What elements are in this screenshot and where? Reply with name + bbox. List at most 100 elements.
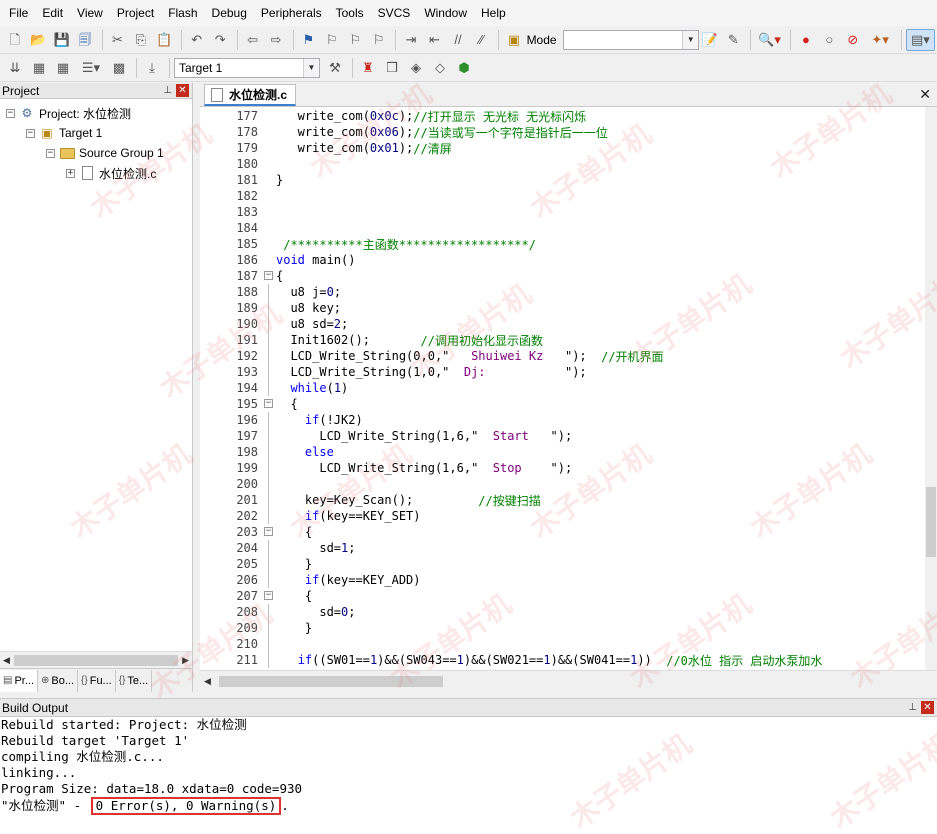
- code-line[interactable]: 178 write_com(0x06);//当读或写一个字符是指针后一一位: [200, 124, 925, 140]
- editor-file-tab[interactable]: 水位检测.c: [204, 84, 297, 106]
- new-file-icon[interactable]: 🗋: [4, 29, 25, 51]
- editor-horizontal-scrollbar[interactable]: ◀: [200, 670, 937, 692]
- code-line[interactable]: 181}: [200, 172, 925, 188]
- code-line[interactable]: 195− {: [200, 396, 925, 412]
- translate-icon[interactable]: ⇊: [4, 57, 26, 79]
- expand-icon[interactable]: +: [66, 168, 75, 178]
- code-line[interactable]: 205 }: [200, 556, 925, 572]
- menu-item-file[interactable]: File: [2, 0, 35, 26]
- nav-back-icon[interactable]: ⇦: [242, 29, 263, 51]
- menu-item-view[interactable]: View: [70, 0, 110, 26]
- code-line[interactable]: 189 u8 key;: [200, 300, 925, 316]
- run-time-env-icon[interactable]: ⬢: [453, 57, 475, 79]
- manage-packs-icon[interactable]: ◈: [405, 57, 427, 79]
- undo-icon[interactable]: ↶: [186, 29, 207, 51]
- code-line[interactable]: 203− {: [200, 524, 925, 540]
- code-line[interactable]: 211 if ((SW01== 1)&&(SW043== 1)&&(SW021== 1)…: [200, 652, 925, 668]
- code-line[interactable]: 179 write_com(0x01);//清屏: [200, 140, 925, 156]
- find-in-files-icon[interactable]: ▣: [503, 29, 524, 51]
- select-packs-icon[interactable]: ◇: [429, 57, 451, 79]
- code-line[interactable]: 206 if (key==KEY_ADD): [200, 572, 925, 588]
- code-line[interactable]: 193 LCD_Write_String(1,0," Dj: ");: [200, 364, 925, 380]
- code-line[interactable]: 190 u8 sd= 2;: [200, 316, 925, 332]
- tree-item[interactable]: − ⚙ Project: 水位检测: [0, 103, 192, 123]
- code-line[interactable]: 196 if (!JK2): [200, 412, 925, 428]
- code-line[interactable]: 186 void main(): [200, 252, 925, 268]
- manage-project-icon[interactable]: ♜: [357, 57, 379, 79]
- code-line[interactable]: 194 while(1): [200, 380, 925, 396]
- menu-item-window[interactable]: Window: [417, 0, 474, 26]
- target-options-icon[interactable]: ⚒: [324, 57, 346, 79]
- code-area[interactable]: 177 write_com(0x0c);//打开显示 无光标 无光标闪烁 178 …: [200, 107, 925, 670]
- menu-item-svcs[interactable]: SVCS: [371, 0, 418, 26]
- code-line[interactable]: 182: [200, 188, 925, 204]
- code-line[interactable]: 191 Init1602(); //调用初始化显示函数: [200, 332, 925, 348]
- collapse-icon[interactable]: −: [6, 108, 15, 118]
- manage-components-icon[interactable]: ❒: [381, 57, 403, 79]
- editor-vertical-scrollbar[interactable]: [925, 107, 937, 670]
- fold-collapse-icon[interactable]: −: [262, 396, 276, 412]
- code-line[interactable]: 197 LCD_Write_String(1,6," Start ");: [200, 428, 925, 444]
- scroll-thumb[interactable]: [926, 487, 936, 557]
- collapse-icon[interactable]: −: [26, 128, 35, 138]
- menu-item-flash[interactable]: Flash: [161, 0, 204, 26]
- target-select[interactable]: Target 1 ▼: [174, 57, 320, 78]
- code-line[interactable]: 188 u8 j= 0;: [200, 284, 925, 300]
- menu-item-edit[interactable]: Edit: [35, 0, 70, 26]
- bookmark-next-icon[interactable]: ⚐: [345, 29, 366, 51]
- code-line[interactable]: 200: [200, 476, 925, 492]
- close-icon[interactable]: ✕: [919, 86, 931, 103]
- code-line[interactable]: 199 LCD_Write_String(1,6," Stop ");: [200, 460, 925, 476]
- code-line[interactable]: 184: [200, 220, 925, 236]
- nav-forward-icon[interactable]: ⇨: [265, 29, 286, 51]
- bookmark-prev-icon[interactable]: ⚐: [321, 29, 342, 51]
- project-horizontal-scrollbar[interactable]: ◀ ▶: [0, 651, 192, 668]
- uncomment-icon[interactable]: ⁄⁄: [471, 29, 492, 51]
- redo-icon[interactable]: ↷: [209, 29, 230, 51]
- bookmark-icon[interactable]: ⚑: [298, 29, 319, 51]
- comment-icon[interactable]: //: [447, 29, 468, 51]
- pin-icon[interactable]: ⊥: [163, 85, 172, 96]
- code-line[interactable]: 209 }: [200, 620, 925, 636]
- code-line[interactable]: 185 /**********主函数******************/: [200, 236, 925, 252]
- scroll-left-icon[interactable]: ◀: [204, 676, 211, 687]
- configure-icon[interactable]: ✎: [723, 29, 744, 51]
- code-line[interactable]: 202 if (key==KEY_SET): [200, 508, 925, 524]
- breakpoint-kill-icon[interactable]: ⊘: [842, 29, 863, 51]
- tree-item[interactable]: − ▣ Target 1: [0, 123, 192, 143]
- code-line[interactable]: 210: [200, 636, 925, 652]
- window-layout-icon[interactable]: ▤▾: [905, 28, 935, 51]
- indent-icon[interactable]: ⇥: [400, 29, 421, 51]
- code-line[interactable]: 177 write_com(0x0c);//打开显示 无光标 无光标闪烁: [200, 108, 925, 124]
- close-icon[interactable]: ✕: [176, 84, 189, 97]
- tools-dropdown-icon[interactable]: ✦▾: [866, 29, 895, 51]
- rebuild-icon[interactable]: ▦: [52, 57, 74, 79]
- save-all-icon[interactable]: 🗐: [74, 29, 95, 51]
- batch-build-icon[interactable]: ☰▾: [76, 57, 106, 79]
- unindent-icon[interactable]: ⇤: [424, 29, 445, 51]
- fold-collapse-icon[interactable]: −: [262, 268, 276, 284]
- scroll-left-icon[interactable]: ◀: [3, 655, 10, 666]
- code-line[interactable]: 204 sd= 1;: [200, 540, 925, 556]
- fold-collapse-icon[interactable]: −: [262, 588, 276, 604]
- tree-item[interactable]: − Source Group 1: [0, 143, 192, 163]
- menu-item-debug[interactable]: Debug: [205, 0, 254, 26]
- stop-build-icon[interactable]: ▩: [108, 57, 130, 79]
- code-line[interactable]: 187−{: [200, 268, 925, 284]
- collapse-icon[interactable]: −: [46, 148, 55, 158]
- menu-item-help[interactable]: Help: [474, 0, 513, 26]
- project-tab[interactable]: ▤ Pr...: [0, 669, 39, 692]
- paste-icon[interactable]: 📋: [154, 29, 175, 51]
- project-tab[interactable]: {} Te...: [116, 669, 153, 692]
- project-tab[interactable]: {} Fu...: [78, 669, 116, 692]
- close-icon[interactable]: ✕: [921, 701, 934, 714]
- code-line[interactable]: 192 LCD_Write_String(0,0," Shuiwei Kz ")…: [200, 348, 925, 364]
- breakpoint-disabled-icon[interactable]: ○: [819, 29, 840, 51]
- code-line[interactable]: 201 key=Key_Scan(); //按键扫描: [200, 492, 925, 508]
- menu-item-tools[interactable]: Tools: [329, 0, 371, 26]
- pin-icon[interactable]: ⊥: [908, 702, 917, 713]
- download-icon[interactable]: ⤓: [141, 57, 163, 79]
- open-folder-icon[interactable]: 📂: [27, 29, 48, 51]
- menu-item-peripherals[interactable]: Peripherals: [254, 0, 329, 26]
- project-tab[interactable]: ⊕ Bo...: [38, 669, 79, 692]
